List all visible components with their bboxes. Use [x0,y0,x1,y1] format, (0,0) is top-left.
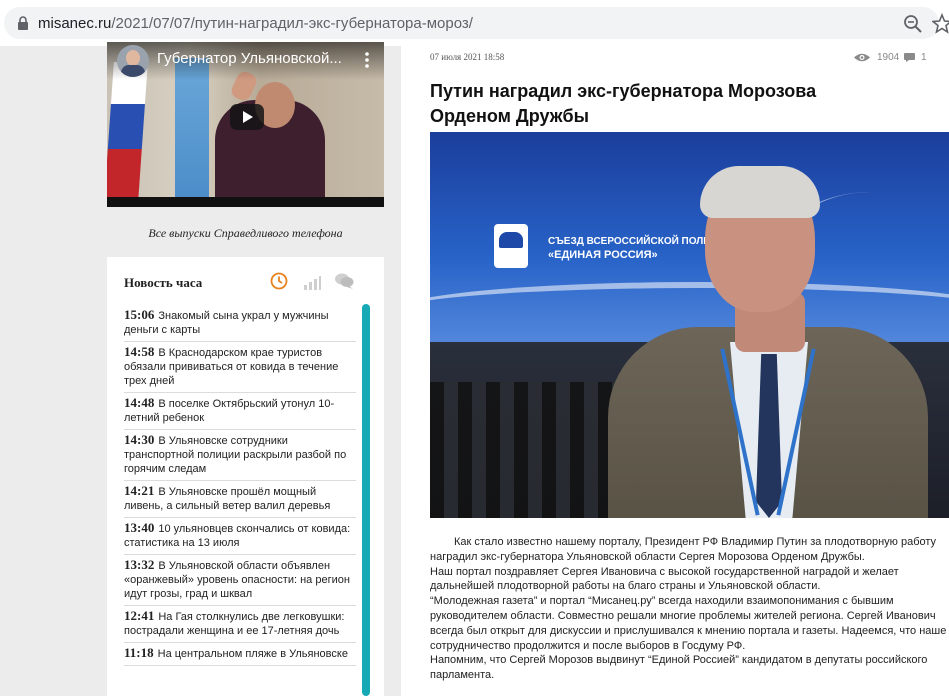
news-item-text[interactable]: В Ульяновской области объявлен «оранжевы… [124,560,350,600]
episodes-link[interactable]: Все выпуски Справедливого телефона [107,226,384,241]
zoom-icon[interactable] [902,13,924,35]
news-item-time: 13:40 [124,520,155,535]
article-headline: Путин наградил экс-губернатора Морозова … [430,81,817,126]
news-item-text[interactable]: В Ульяновске сотрудники транспортной пол… [124,435,346,475]
news-item[interactable]: 14:48 В поселке Октябрьский утонул 10-лет… [124,393,356,430]
avatar-face [126,50,140,66]
kebab-icon[interactable] [365,51,369,69]
bars-icon[interactable] [303,274,321,290]
news-item-time: 15:06 [124,307,155,322]
news-list: 15:06 Знакомый сына украл у мужчины деньг… [124,305,356,666]
video-embed[interactable]: Губернатор Ульяновской... [107,42,384,207]
news-item-text[interactable]: На центральном пляже в Ульяновске [158,648,348,660]
article-photo: СЪЕЗД ВСЕРОССИЙСКОЙ ПОЛИТИЧЕ «ЕДИНАЯ РОС… [430,132,949,518]
news-item-time: 11:18 [124,645,154,660]
article-paragraph: Наш портал поздравляет Сергея Ивановича … [430,565,899,593]
news-item[interactable]: 14:30 В Ульяновске сотрудники транспортно… [124,430,356,481]
url-path: /2021/07/07/путин-наградил-экс-губернато… [111,15,473,32]
news-item[interactable]: 15:06 Знакомый сына украл у мужчины деньг… [124,305,356,342]
news-item-time: 13:32 [124,557,155,572]
chat-icon[interactable] [334,272,354,290]
news-item-text[interactable]: Знакомый сына украл у мужчины деньги с к… [124,310,329,336]
news-item-text[interactable]: 10 ульяновцев скончались от ковида: стат… [124,523,350,549]
browser-address-bar: misanec.ru/2021/07/07/путин-наградил-экс… [0,0,949,46]
news-item[interactable]: 11:18 На центральном пляже в Ульяновске [124,643,356,666]
video-title[interactable]: Губернатор Ульяновской... [157,50,357,67]
news-hour-panel: Новость часа 15:06 Знакомый сына украл у … [107,257,384,696]
news-item-text[interactable]: На Гая столкнулись две легковушки: постр… [124,611,345,637]
clock-icon[interactable] [270,272,288,290]
party-logo-icon [494,224,528,268]
news-item[interactable]: 12:41 На Гая столкнулись две легковушки: … [124,606,356,643]
news-item-time: 14:48 [124,395,155,410]
eye-icon [854,53,870,62]
news-scrollbar[interactable] [362,304,370,696]
play-icon[interactable] [230,104,264,130]
url-domain: misanec.ru [38,15,112,32]
news-item[interactable]: 14:58 В Краснодарском крае туристов обяза… [124,342,356,393]
news-item-text[interactable]: В поселке Октябрьский утонул 10-летний р… [124,398,334,424]
news-item-time: 14:21 [124,483,155,498]
photo-man-hair [700,166,820,218]
news-item-text[interactable]: В Ульяновске прошёл мощный ливень, а сил… [124,486,330,512]
news-item-text[interactable]: В Краснодарском крае туристов обязали пр… [124,347,338,387]
news-item-time: 12:41 [124,608,155,623]
news-item[interactable]: 13:32 В Ульяновской области объявлен «ора… [124,555,356,606]
views-count: 1904 [877,52,900,63]
video-bottom-bar [107,197,384,207]
comment-icon[interactable] [904,53,915,62]
lock-icon[interactable] [16,16,30,30]
star-icon[interactable] [932,12,949,34]
url-field[interactable]: misanec.ru/2021/07/07/путин-наградил-экс… [4,7,949,39]
photo-banner-text-2: «ЕДИНАЯ РОССИЯ» [548,249,658,261]
url-text[interactable]: misanec.ru/2021/07/07/путин-наградил-экс… [38,15,473,32]
channel-avatar[interactable] [117,45,149,77]
article-paragraph: “Молодежная газета” и портал “Мисанец.ру… [430,595,947,652]
news-item-time: 14:58 [124,344,155,359]
avatar-body [121,65,145,77]
news-item[interactable]: 13:40 10 ульяновцев скончались от ковида:… [124,518,356,555]
news-hour-title: Новость часа [124,275,203,290]
comments-count[interactable]: 1 [921,52,927,63]
article-paragraph: Напомним, что Сергей Морозов выдвинут “Е… [430,654,928,682]
news-item[interactable]: 14:21 В Ульяновске прошёл мощный ливень, … [124,481,356,518]
news-item-time: 14:30 [124,432,155,447]
article-body: Как стало известно нашему порталу, Прези… [430,535,948,683]
article-date: 07 июля 2021 18:58 [430,52,505,62]
article-paragraph: Как стало известно нашему порталу, Прези… [430,536,937,563]
